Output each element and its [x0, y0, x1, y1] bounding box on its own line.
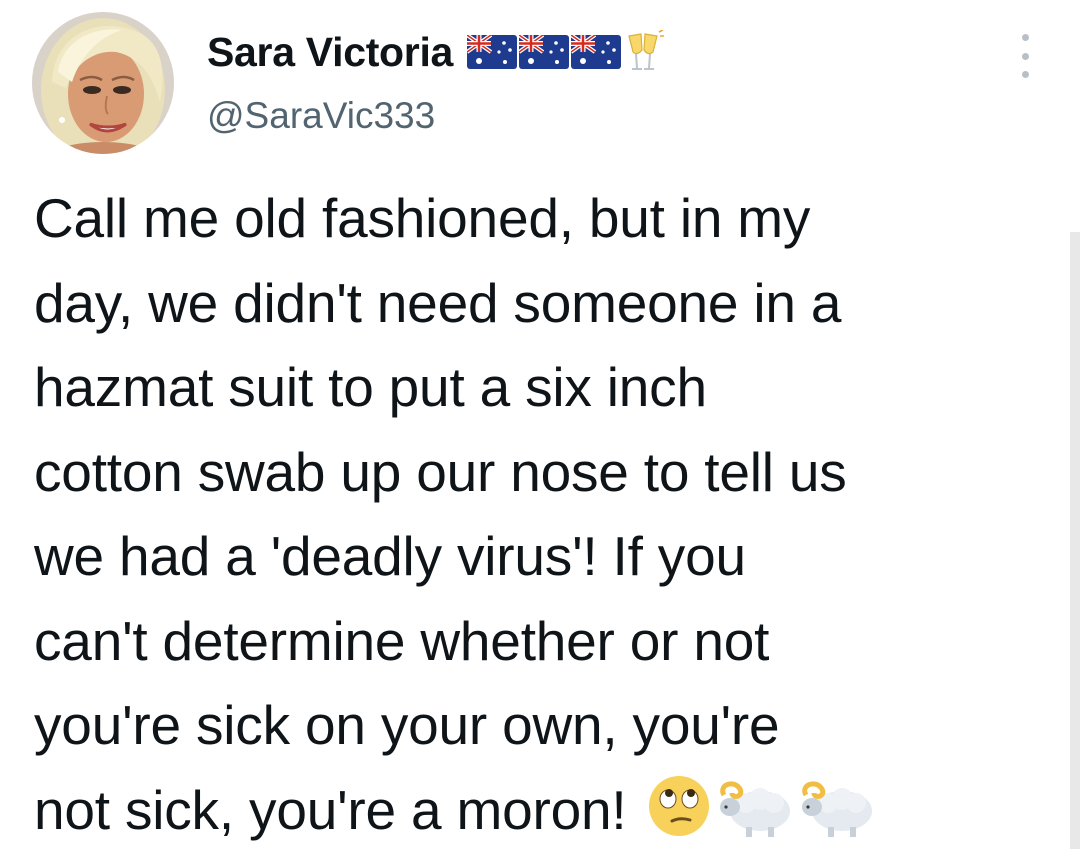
more-options-button[interactable] — [1010, 34, 1040, 78]
australia-flag-icon — [519, 35, 569, 69]
tweet-line: day, we didn't need someone in a — [34, 261, 1044, 346]
ram-icon — [798, 773, 876, 839]
tweet-line: Call me old fashioned, but in my — [34, 176, 1044, 261]
name-emojis — [467, 30, 665, 74]
tweet-line: you're sick on your own, you're — [34, 683, 1044, 768]
tweet-line: we had a 'deadly virus'! If you — [34, 514, 1044, 599]
display-name[interactable]: Sara Victoria — [207, 29, 453, 76]
user-handle[interactable]: @SaraVic333 — [207, 95, 435, 137]
tweet-line-last: not sick, you're a moron! — [34, 768, 1044, 852]
face-with-rolling-eyes-icon — [646, 773, 712, 839]
scrollbar[interactable] — [1070, 232, 1080, 849]
australia-flag-icon — [467, 35, 517, 69]
more-dot-icon — [1022, 53, 1029, 60]
tweet-line: hazmat suit to put a six inch — [34, 345, 1044, 430]
clinking-glasses-icon — [623, 30, 665, 74]
more-dot-icon — [1022, 34, 1029, 41]
tweet-line: cotton swab up our nose to tell us — [34, 430, 1044, 515]
tweet: Sara Victoria — [0, 0, 1080, 849]
tweet-line: can't determine whether or not — [34, 599, 1044, 684]
tweet-text: Call me old fashioned, but in my day, we… — [34, 176, 1044, 852]
ram-icon — [716, 773, 794, 839]
more-dot-icon — [1022, 71, 1029, 78]
avatar-photo — [32, 12, 174, 154]
avatar[interactable] — [32, 12, 174, 154]
user-name-row: Sara Victoria — [207, 26, 665, 78]
australia-flag-icon — [571, 35, 621, 69]
tweet-line-text: not sick, you're a moron! — [34, 779, 626, 841]
